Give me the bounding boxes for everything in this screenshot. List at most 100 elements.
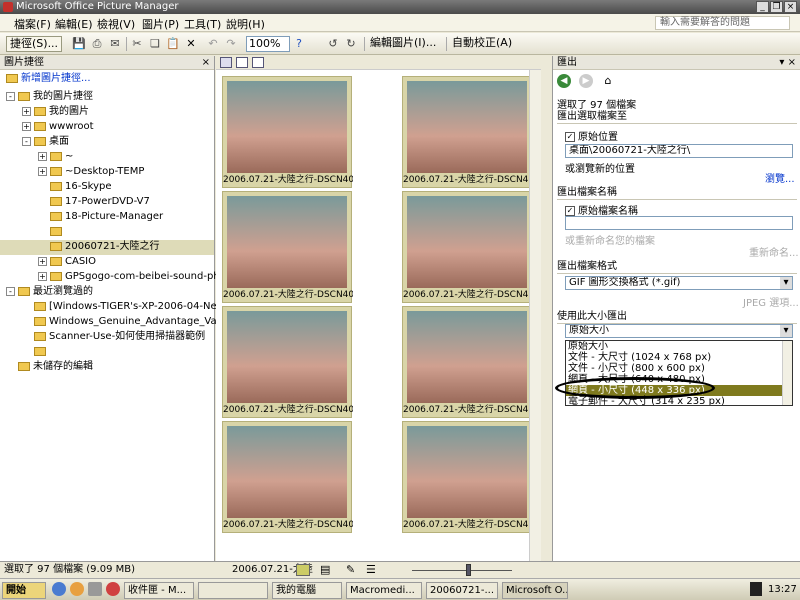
tree-item[interactable]: + CASIO	[0, 255, 214, 270]
checkbox-icon[interactable]: ✓	[565, 132, 575, 142]
expand-icon[interactable]: +	[38, 256, 47, 266]
start-button[interactable]: 開始	[2, 582, 46, 599]
size-select[interactable]: 原始大小 ▾	[565, 324, 793, 338]
taskbar-button[interactable]: 20060721-...	[426, 582, 498, 599]
tree-item[interactable]: 20060721-大陸之行	[0, 240, 214, 255]
size-option[interactable]: 文件 - 小尺寸 (800 x 600 px)	[566, 363, 792, 374]
thumbnail[interactable]: 2006.07.21-大陸之行-DSCN406	[402, 421, 533, 533]
paste-icon[interactable]: 📋	[166, 37, 180, 51]
thumbnail[interactable]: 2006.07.21-大陸之行-DSCN406	[402, 76, 533, 188]
cut-icon[interactable]: ✂	[130, 37, 144, 51]
tree-item[interactable]: - 桌面	[0, 135, 214, 150]
expand-icon[interactable]: +	[38, 166, 47, 176]
expand-icon[interactable]: +	[38, 151, 47, 161]
shortcut-button[interactable]: 捷徑(S)...	[6, 36, 63, 52]
tree-item[interactable]: [Windows-TIGER's-XP-2006-04-New-ISO]	[0, 300, 250, 315]
help-search-input[interactable]: 輸入需要解答的問題	[655, 16, 790, 30]
close-pane-icon[interactable]: ▾ ×	[779, 56, 800, 70]
tree-item[interactable]: - 最近瀏覽過的	[0, 285, 214, 300]
size-option[interactable]: 原始大小	[566, 341, 792, 352]
export-path-field[interactable]: 桌面\20060721-大陸之行\	[565, 144, 793, 158]
original-location-checkbox[interactable]: ✓ 原始位置	[565, 128, 618, 143]
add-shortcut-link[interactable]: 新增圖片捷徑...	[0, 70, 214, 86]
rotate-right-icon[interactable]: ↻	[344, 37, 358, 51]
thumbnail[interactable]: 2006.07.21-大陸之行-DSCN406	[402, 306, 533, 418]
browse-link[interactable]: 瀏覽...	[765, 170, 795, 185]
firefox-icon[interactable]	[70, 582, 84, 596]
back-icon[interactable]: ◀	[557, 74, 571, 88]
zoom-slider[interactable]	[412, 570, 512, 571]
taskbar-button[interactable]: Microsoft O...	[502, 582, 568, 599]
tree-item[interactable]	[0, 345, 214, 360]
jpeg-options-link[interactable]: JPEG 選項...	[743, 294, 799, 309]
undo-icon[interactable]: ↶	[206, 37, 220, 51]
original-name-checkbox[interactable]: ✓ 原始檔案名稱	[565, 202, 638, 217]
ie-icon[interactable]	[52, 582, 66, 596]
dropdown-scrollbar[interactable]	[782, 341, 792, 405]
thumbnail[interactable]: 2006.07.21-大陸之行-DSCN406	[222, 421, 353, 533]
zoom-select[interactable]: 100%	[246, 36, 290, 52]
tree-item[interactable]: Scanner-Use-如何使用掃描器範例	[0, 330, 214, 345]
thumbnail-view-icon[interactable]	[296, 564, 310, 576]
auto-correct-button[interactable]: 自動校正(A)	[452, 36, 512, 52]
expand-icon[interactable]: +	[22, 121, 31, 131]
expand-icon[interactable]: +	[22, 106, 31, 116]
expand-icon[interactable]: -	[6, 91, 15, 101]
restore-button[interactable]: ❐	[770, 1, 783, 13]
tree-item[interactable]: + wwwroot	[0, 120, 214, 135]
file-name-field[interactable]	[565, 216, 793, 230]
tree-item[interactable]: + ~Desktop-TEMP	[0, 165, 214, 180]
save-icon[interactable]: 💾	[72, 37, 86, 51]
edit-pictures-button[interactable]: 編輯圖片(I)...	[370, 36, 436, 52]
help-icon[interactable]: ?	[292, 37, 306, 51]
menu-picture[interactable]: 圖片(P)	[142, 16, 179, 32]
taskbar-button[interactable]	[198, 582, 268, 599]
delete-icon[interactable]: ✕	[184, 37, 198, 51]
expand-icon[interactable]: -	[6, 286, 15, 296]
tree-item[interactable]: + 我的圖片	[0, 105, 214, 120]
thumbnail[interactable]: 2006.07.21-大陸之行-DSCN406	[222, 191, 353, 303]
app-icon[interactable]	[106, 582, 120, 596]
home-icon[interactable]: ⌂	[601, 74, 615, 88]
email-icon[interactable]: ✉	[108, 37, 122, 51]
copy-icon[interactable]: ❏	[148, 37, 162, 51]
size-option[interactable]: 文件 - 大尺寸 (1024 x 768 px)	[566, 352, 792, 363]
menu-file[interactable]: 檔案(F)	[14, 16, 51, 32]
expand-icon[interactable]: +	[38, 271, 47, 281]
tree-item[interactable]	[0, 225, 214, 240]
close-button[interactable]: ×	[784, 1, 797, 13]
tree-item[interactable]: + GPSgogo-com-beibei-sound-php	[0, 270, 226, 285]
tree-item[interactable]: 18-Picture-Manager	[0, 210, 214, 225]
menu-tools[interactable]: 工具(T)	[184, 16, 221, 32]
minimize-button[interactable]: _	[756, 1, 769, 13]
menu-help[interactable]: 說明(H)	[226, 16, 265, 32]
tray-icon[interactable]	[750, 582, 762, 596]
tree-item[interactable]: - 我的圖片捷徑	[0, 90, 214, 105]
taskbar-button[interactable]: Macromedi...	[346, 582, 422, 599]
tree-item[interactable]: 未儲存的編輯	[0, 360, 214, 375]
menu-view[interactable]: 檢視(V)	[97, 16, 135, 32]
edit-icon[interactable]: ✎	[346, 562, 355, 578]
zoom-slider-thumb[interactable]	[466, 564, 471, 576]
menu-edit[interactable]: 編輯(E)	[55, 16, 93, 32]
format-select[interactable]: GIF 圖形交換格式 (*.gif) ▾	[565, 276, 793, 290]
forward-icon[interactable]: ▶	[579, 74, 593, 88]
chevron-down-icon[interactable]: ▾	[780, 277, 792, 289]
filmstrip-icon[interactable]: ▤	[320, 562, 330, 578]
thumbnail[interactable]: 2006.07.21-大陸之行-DSCN406	[222, 76, 353, 188]
desktop-icon[interactable]	[88, 582, 102, 596]
chevron-down-icon[interactable]: ▾	[780, 325, 792, 337]
tree-item[interactable]: 16-Skype	[0, 180, 214, 195]
thumbnail[interactable]: 2006.07.21-大陸之行-DSCN406	[402, 191, 533, 303]
taskbar-button[interactable]: 我的電腦	[272, 582, 342, 599]
tree-item[interactable]: Windows_Genuine_Advantage_Validation_To	[0, 315, 269, 330]
print-icon[interactable]: ⎙	[90, 37, 104, 51]
redo-icon[interactable]: ↷	[224, 37, 238, 51]
tree-item[interactable]: + ~	[0, 150, 214, 165]
properties-icon[interactable]: ☰	[366, 562, 376, 578]
taskbar-button[interactable]: 收件匣 - M...	[124, 582, 194, 599]
vertical-scrollbar[interactable]	[529, 70, 541, 561]
rename-link[interactable]: 重新命名...	[749, 244, 799, 259]
tree-item[interactable]: 17-PowerDVD-V7	[0, 195, 214, 210]
thumbnail[interactable]: 2006.07.21-大陸之行-DSCN406	[222, 306, 353, 418]
